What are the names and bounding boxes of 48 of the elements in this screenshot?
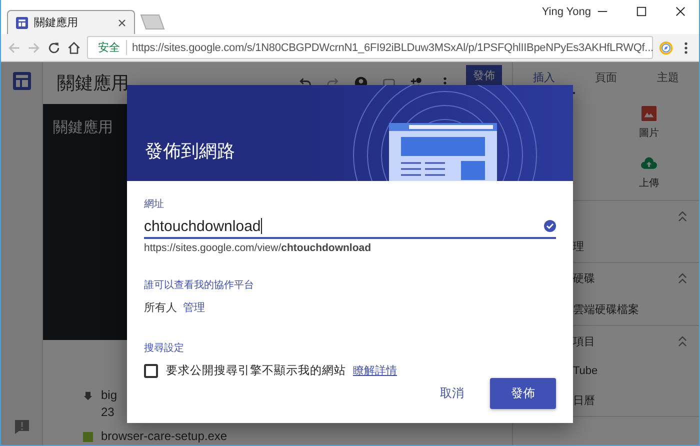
manage-link[interactable]: 管理: [183, 300, 205, 315]
download-name[interactable]: browser-care-setup.exe: [101, 429, 228, 443]
security-label: 安全: [98, 40, 127, 55]
compass-icon[interactable]: [659, 40, 673, 54]
url-text: https://sites.google.com/s/1N80CBGPDWcrnN1_6FI92iBLDuw3MSxAl/p/1PSFQhlIIBpeNPyEs3AKHfLRWQf...: [132, 42, 654, 54]
reload-icon[interactable]: [47, 40, 61, 54]
collapse-icon[interactable]: [678, 273, 687, 284]
download-icon: [83, 391, 93, 401]
dialog-title: 發佈到網路: [145, 140, 235, 163]
close-icon[interactable]: [118, 18, 126, 26]
feedback-icon[interactable]: [14, 419, 30, 435]
insert-item[interactable]: 雲端硬碟檔案: [573, 302, 687, 317]
hero-title: 關鍵應用: [53, 119, 113, 136]
cancel-button[interactable]: 取消: [432, 378, 472, 409]
group-header[interactable]: 硬碟: [573, 271, 678, 286]
checkbox[interactable]: [144, 364, 158, 378]
home-icon[interactable]: [67, 40, 81, 54]
site-logo-icon[interactable]: [12, 72, 30, 90]
visibility-value: 所有人: [144, 301, 177, 315]
close-icon[interactable]: [675, 6, 686, 17]
site-title: 關鍵應用: [57, 72, 129, 95]
insert-item[interactable]: Tube: [573, 365, 687, 377]
url-label: 網址: [144, 198, 165, 211]
url-input[interactable]: chtouchdownload: [144, 215, 556, 239]
download-detail: 23: [101, 405, 116, 419]
profile-name[interactable]: Ying Yong: [542, 6, 591, 18]
url-preview: https://sites.google.com/view/chtouchdownload: [144, 242, 372, 254]
insert-tile-label[interactable]: 上傳: [639, 176, 659, 190]
visibility-label: 誰可以查看我的協作平台: [144, 278, 255, 292]
publish-button[interactable]: 發佈: [466, 65, 502, 86]
collapse-icon[interactable]: [678, 210, 687, 222]
address-bar[interactable]: 安全 https://sites.google.com/s/1N80CBGPDWcrnN1_6FI92iBLDuw3MSxAl/p/1PSFQhlIIBpeNPyEs3AKHfLRWQf...: [87, 36, 653, 59]
search-settings-label: 搜尋設定: [144, 342, 185, 355]
cloud-upload-icon[interactable]: [641, 156, 657, 171]
insert-tile-label[interactable]: 圖片: [639, 126, 659, 140]
learn-more-link[interactable]: 瞭解詳情: [353, 363, 397, 378]
maximize-icon[interactable]: [636, 6, 647, 17]
insert-item[interactable]: 日曆: [573, 393, 687, 408]
browser-tab[interactable]: 關鍵應用: [7, 10, 135, 34]
collapse-icon[interactable]: [678, 336, 687, 347]
file-icon: [83, 432, 93, 442]
group-header[interactable]: 項目: [573, 334, 678, 349]
insert-item[interactable]: 理: [573, 239, 687, 254]
publish-button[interactable]: 發佈: [490, 378, 556, 409]
image-icon[interactable]: [641, 106, 657, 121]
checkbox-label[interactable]: 要求公開搜尋引擎不顯示我的網站: [166, 363, 346, 378]
download-name[interactable]: big: [101, 388, 118, 402]
site-logo-icon: [16, 16, 28, 28]
